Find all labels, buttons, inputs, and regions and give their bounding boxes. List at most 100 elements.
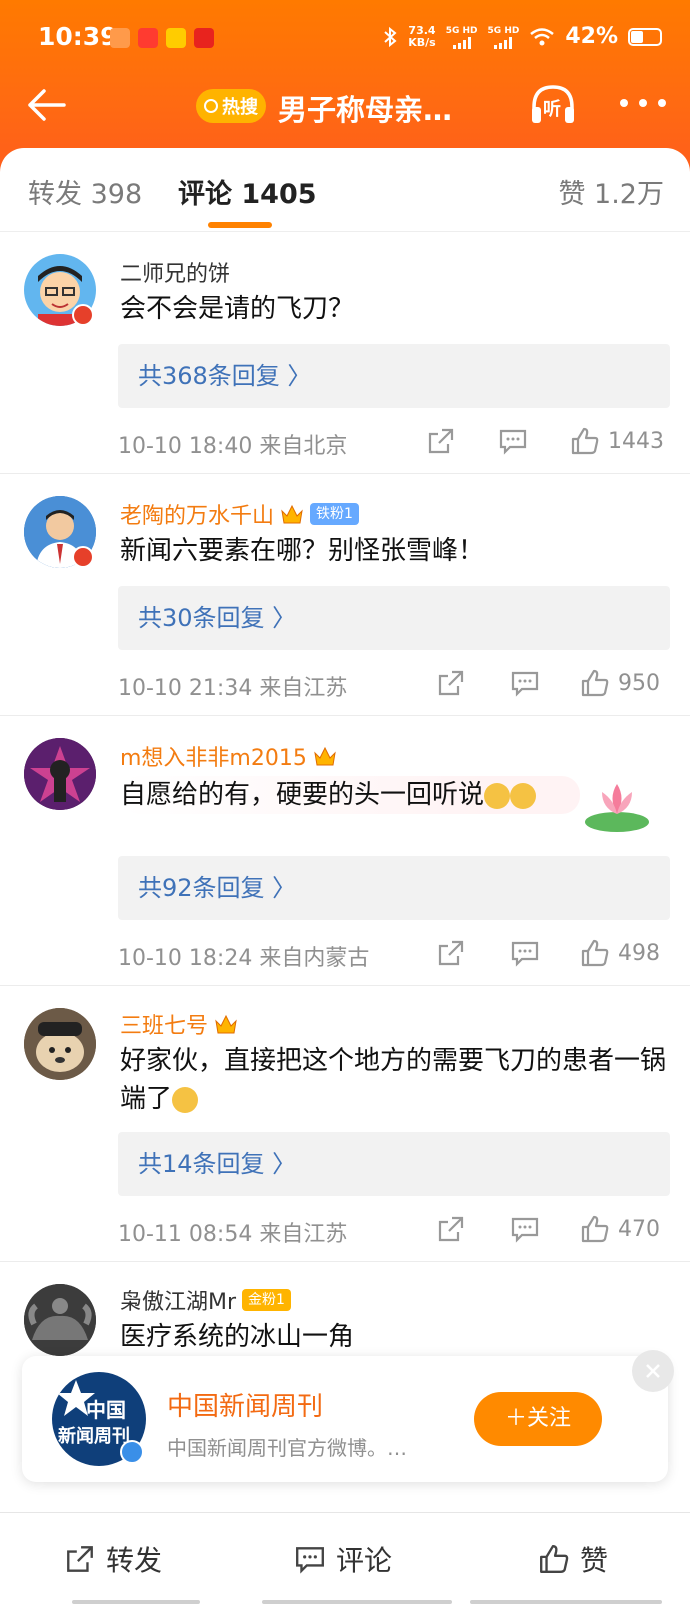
view-replies-button[interactable]: 共30条回复 〉 [118, 586, 670, 650]
tab-bar: 转发 398 评论 1405 赞 1.2万 [0, 148, 690, 232]
tab-comment[interactable]: 评论 1405 [178, 172, 317, 211]
doge-emoji-icon [510, 782, 537, 809]
verified-blue-icon [120, 1440, 144, 1464]
app-red-icon [194, 28, 214, 48]
battery-icon [628, 27, 662, 46]
comment-icon [296, 1547, 324, 1574]
comment-icon[interactable] [510, 1212, 540, 1246]
signal-bars-1 [452, 36, 471, 49]
account-name[interactable]: 中国新闻周刊 [167, 1386, 323, 1423]
mail-icon [166, 28, 186, 48]
avatar[interactable] [24, 1008, 96, 1080]
bottom-repost-button[interactable]: 转发 [64, 1539, 162, 1579]
hot-search-badge[interactable]: 热搜 [196, 89, 266, 123]
fan-level-tag: 铁粉1 [310, 503, 359, 525]
divider [72, 1600, 200, 1604]
comment-text: 新闻六要素在哪？别怪张雪峰！ [120, 536, 485, 566]
status-bar: 10:39 73.4 KB/s 5G HD 5G HD 42% [0, 18, 690, 62]
comment-meta: 10-11 08:54 来自江苏 [118, 1222, 348, 1247]
net-speed: 73.4 KB/s [408, 23, 436, 49]
thumbs-up-icon [581, 1215, 609, 1243]
follow-button[interactable]: ＋关注 [474, 1392, 602, 1446]
comment-icon[interactable] [510, 666, 540, 700]
like-count: 498 [618, 940, 660, 966]
lotus-sticker-icon [585, 784, 649, 832]
tab-like[interactable]: 赞 1.2万 [558, 172, 664, 211]
status-right: 73.4 KB/s 5G HD 5G HD 42% [382, 24, 662, 49]
comment-item: 二师兄的饼 会不会是请的飞刀？ 共368条回复 〉 10-10 18:40 来自… [0, 232, 690, 474]
comment-item: 老陶的万水千山 铁粉1 新闻六要素在哪？别怪张雪峰！ 共30条回复 〉 10-1… [0, 474, 690, 716]
comment-meta: 10-10 18:40 来自北京 [118, 434, 348, 459]
view-replies-button[interactable]: 共368条回复 〉 [118, 344, 670, 408]
battery-percent: 42% [565, 24, 618, 49]
share-icon [67, 1546, 93, 1572]
follow-suggestion-card: 中国 新闻周刊 中国新闻周刊 中国新闻周刊官方微博。… ＋关注 [22, 1350, 674, 1482]
comment-username[interactable]: 老陶的万水千山 铁粉1 [120, 498, 359, 530]
crown-icon [215, 1014, 237, 1034]
comment-username[interactable]: m想入非非m2015 [120, 740, 337, 772]
crown-icon [314, 746, 336, 766]
share-icon[interactable] [426, 424, 456, 458]
comment-username[interactable]: 二师兄的饼 [120, 256, 230, 288]
share-icon[interactable] [436, 936, 466, 970]
avatar[interactable] [24, 738, 96, 810]
like-count: 1443 [608, 428, 664, 454]
like-action[interactable]: 470 [580, 1212, 660, 1246]
comment-icon[interactable] [498, 424, 528, 458]
thumbs-up-icon [581, 939, 609, 967]
comment-item: m想入非非m2015 自愿给的有，硬要的头一回听说 共92条回复 〉 10-10… [0, 716, 690, 986]
bottom-action-bar: 转发 评论 赞 [0, 1512, 690, 1610]
comment-text: 自愿给的有，硬要的头一回听说 [120, 776, 580, 814]
like-count: 950 [618, 670, 660, 696]
comment-text: 会不会是请的飞刀？ [120, 294, 355, 324]
like-action[interactable]: 498 [580, 936, 660, 970]
view-replies-button[interactable]: 共92条回复 〉 [118, 856, 670, 920]
share-icon[interactable] [436, 666, 466, 700]
signal-label-1: 5G HD [445, 25, 478, 36]
account-description: 中国新闻周刊官方微博。… [167, 1436, 407, 1460]
page-title: 男子称母亲… [278, 93, 453, 127]
comment-item: 三班七号 好家伙，直接把这个地方的需要飞刀的患者一锅端了 共14条回复 〉 10… [0, 986, 690, 1262]
weibo-icon [138, 28, 158, 48]
signal-bars-2 [494, 36, 513, 49]
back-arrow-icon[interactable] [24, 85, 70, 125]
bottom-like-button[interactable]: 赞 [538, 1539, 608, 1579]
doge-emoji-icon [484, 782, 511, 809]
avatar[interactable] [24, 1284, 96, 1356]
comment-icon[interactable] [510, 936, 540, 970]
bottom-comment-button[interactable]: 评论 [294, 1539, 392, 1579]
nav-bar: 热搜 男子称母亲… 听 [0, 75, 690, 135]
divider [470, 1600, 662, 1604]
share-icon[interactable] [436, 1212, 466, 1246]
more-options-icon[interactable] [620, 93, 666, 113]
verified-badge-icon [72, 304, 94, 326]
fan-level-tag: 金粉1 [242, 1289, 291, 1311]
smirk-emoji-icon [172, 1086, 199, 1113]
tab-repost[interactable]: 转发 398 [28, 172, 142, 211]
like-action[interactable]: 1443 [570, 424, 664, 458]
thumbs-up-icon [540, 1545, 569, 1573]
listen-headphones-icon[interactable]: 听 [528, 81, 578, 129]
wifi-icon [530, 27, 555, 45]
comment-text: 医疗系统的冰山一角 [120, 1322, 355, 1352]
logo-text-1: 中国 [86, 1398, 126, 1422]
bluetooth-icon [384, 26, 397, 47]
close-icon [646, 1364, 660, 1378]
status-time: 10:39 [38, 22, 118, 51]
comment-username[interactable]: 枭傲江湖Mr 金粉1 [120, 1284, 291, 1316]
app-notify-icon [110, 28, 130, 48]
comment-text: 好家伙，直接把这个地方的需要飞刀的患者一锅端了 [120, 1046, 667, 1114]
active-tab-indicator [208, 222, 272, 228]
search-icon [204, 99, 218, 113]
comment-meta: 10-10 18:24 来自内蒙古 [118, 946, 370, 971]
crown-icon [281, 504, 303, 524]
close-card-button[interactable] [632, 1350, 674, 1392]
like-count: 470 [618, 1216, 660, 1242]
thumbs-up-icon [571, 427, 599, 455]
thumbs-up-icon [581, 669, 609, 697]
view-replies-button[interactable]: 共14条回复 〉 [118, 1132, 670, 1196]
comment-username[interactable]: 三班七号 [120, 1008, 238, 1040]
like-action[interactable]: 950 [580, 666, 660, 700]
verified-badge-icon [72, 546, 94, 568]
comment-meta: 10-10 21:34 来自江苏 [118, 676, 348, 701]
